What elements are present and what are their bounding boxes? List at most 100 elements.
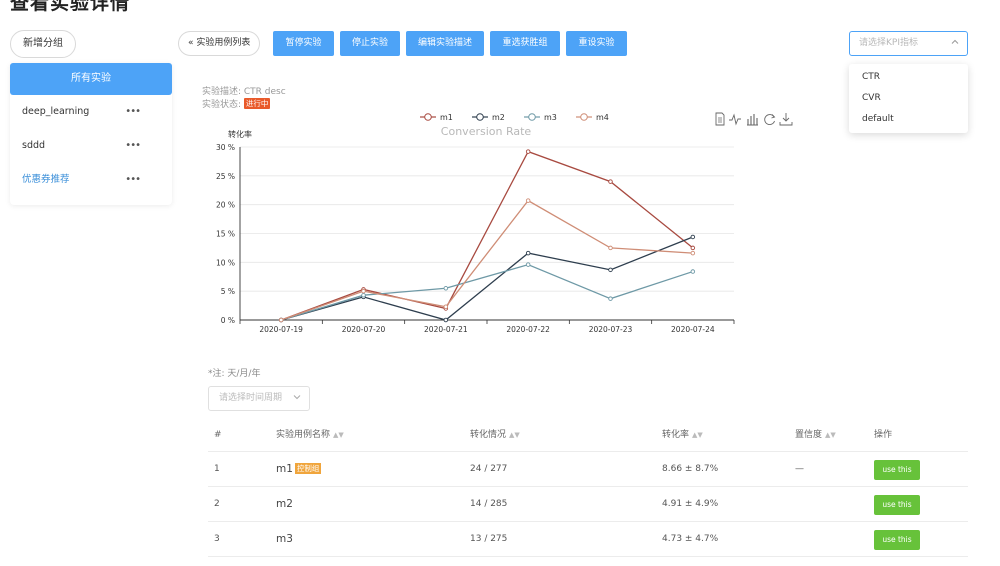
reset-experiment-button[interactable]: 重设实验 bbox=[566, 31, 627, 56]
kpi-select-placeholder: 请选择KPI指标 bbox=[859, 38, 918, 48]
column-header-index: # bbox=[214, 430, 222, 440]
data-point[interactable] bbox=[278, 317, 284, 323]
period-select[interactable]: 请选择时间周期 bbox=[208, 386, 310, 411]
sidebar-item-deep-learning[interactable]: deep_learning ••• bbox=[10, 95, 172, 129]
row-confidence: — bbox=[795, 464, 804, 474]
column-header-label: 置信度 bbox=[795, 430, 823, 440]
legend-item-m4[interactable]: m4 bbox=[576, 113, 609, 122]
more-icon[interactable]: ••• bbox=[125, 163, 141, 197]
sort-icon[interactable]: ▲▼ bbox=[509, 431, 520, 439]
control-group-badge: 控制组 bbox=[294, 463, 322, 474]
x-tick-label: 2020-07-20 bbox=[342, 325, 386, 334]
row-conversion: 24 / 277 bbox=[470, 464, 508, 474]
row-name: m3 bbox=[276, 533, 293, 545]
row-rate: 8.66 ± 8.7% bbox=[662, 464, 719, 474]
data-point[interactable] bbox=[608, 245, 613, 251]
kpi-select[interactable]: 请选择KPI指标 bbox=[849, 31, 968, 56]
data-point[interactable] bbox=[608, 179, 613, 184]
sidebar-item-label: 优惠券推荐 bbox=[22, 174, 70, 185]
page-title: 查看实验详情 bbox=[10, 0, 131, 14]
data-point[interactable] bbox=[690, 269, 696, 274]
edit-description-button[interactable]: 编辑实验描述 bbox=[406, 31, 484, 56]
row-index: 3 bbox=[214, 534, 220, 544]
legend-item-m2[interactable]: m2 bbox=[472, 113, 505, 122]
sidebar-item-coupon[interactable]: 优惠券推荐 ••• bbox=[10, 163, 172, 197]
sidebar-item-sddd[interactable]: sddd ••• bbox=[10, 129, 172, 163]
sort-icon[interactable]: ▲▼ bbox=[333, 431, 344, 439]
line-chart-icon[interactable] bbox=[729, 113, 741, 126]
row-index: 1 bbox=[214, 464, 220, 474]
column-header-rate[interactable]: 转化率 ▲▼ bbox=[662, 420, 703, 450]
legend-marker bbox=[528, 113, 536, 121]
row-conversion: 13 / 275 bbox=[470, 534, 508, 544]
column-header-confidence[interactable]: 置信度 ▲▼ bbox=[795, 420, 836, 450]
use-this-button[interactable]: use this bbox=[874, 460, 920, 480]
data-view-icon[interactable] bbox=[715, 112, 725, 126]
x-tick-label: 2020-07-19 bbox=[259, 325, 303, 334]
data-point[interactable] bbox=[525, 262, 531, 267]
more-icon[interactable]: ••• bbox=[125, 95, 141, 129]
table-row: 2 m2 14 / 285 4.91 ± 4.9% use this bbox=[208, 487, 968, 522]
legend-marker bbox=[424, 113, 432, 121]
row-rate: 4.91 ± 4.9% bbox=[662, 499, 719, 509]
sidebar: 新增分组 所有实验 deep_learning ••• sddd ••• 优惠券… bbox=[10, 30, 172, 205]
data-point[interactable] bbox=[443, 286, 449, 291]
kpi-option-default[interactable]: default bbox=[849, 109, 968, 130]
data-point[interactable] bbox=[443, 304, 449, 309]
data-point[interactable] bbox=[525, 198, 531, 203]
back-to-list-button[interactable]: « 实验用例列表 bbox=[178, 31, 261, 56]
data-point[interactable] bbox=[690, 234, 696, 240]
date-format-note: *注: 天/月/年 bbox=[208, 369, 261, 379]
legend-marker bbox=[476, 113, 484, 121]
row-name-text: m1 bbox=[276, 463, 293, 475]
chart-legend: m1 m2 m3 m4 bbox=[420, 113, 609, 122]
download-icon[interactable] bbox=[779, 113, 793, 126]
legend-label: m3 bbox=[544, 113, 557, 122]
sort-icon[interactable]: ▲▼ bbox=[825, 431, 836, 439]
pause-experiment-button[interactable]: 暂停实验 bbox=[273, 31, 334, 56]
y-tick-label: 5 % bbox=[221, 287, 235, 296]
data-point[interactable] bbox=[525, 149, 531, 154]
legend-item-m3[interactable]: m3 bbox=[524, 113, 557, 122]
new-group-button[interactable]: 新增分组 bbox=[10, 30, 76, 58]
data-point[interactable] bbox=[361, 288, 366, 294]
row-name: m2 bbox=[276, 498, 293, 510]
series-line bbox=[280, 263, 694, 321]
stop-experiment-button[interactable]: 停止实验 bbox=[340, 31, 400, 56]
legend-label: m4 bbox=[596, 113, 609, 122]
legend-item-m1[interactable]: m1 bbox=[420, 113, 453, 122]
row-rate: 4.73 ± 4.7% bbox=[662, 534, 719, 544]
column-header-conversion[interactable]: 转化情况 ▲▼ bbox=[470, 420, 520, 450]
y-tick-label: 30 % bbox=[216, 143, 235, 152]
data-point[interactable] bbox=[443, 317, 449, 323]
series-m2 bbox=[278, 234, 696, 323]
data-point[interactable] bbox=[525, 250, 531, 256]
reselect-winner-button[interactable]: 重选获胜组 bbox=[490, 31, 560, 56]
kpi-option-ctr[interactable]: CTR bbox=[849, 67, 968, 88]
data-point[interactable] bbox=[608, 267, 613, 273]
series-line bbox=[280, 150, 694, 321]
experiment-description: 实验描述: CTR desc bbox=[202, 87, 286, 97]
bar-chart-icon[interactable] bbox=[747, 114, 758, 126]
use-this-button[interactable]: use this bbox=[874, 495, 920, 515]
restore-icon[interactable] bbox=[764, 114, 776, 125]
column-header-action: 操作 bbox=[874, 430, 893, 440]
y-axis-label: 转化率 bbox=[228, 129, 252, 139]
y-tick-label: 0 % bbox=[221, 316, 235, 325]
sort-icon[interactable]: ▲▼ bbox=[692, 431, 703, 439]
more-icon[interactable]: ••• bbox=[125, 129, 141, 163]
sidebar-item-label: sddd bbox=[22, 140, 46, 151]
use-this-button[interactable]: use this bbox=[874, 530, 920, 550]
data-point[interactable] bbox=[690, 250, 696, 256]
data-point[interactable] bbox=[608, 296, 613, 301]
kpi-option-cvr[interactable]: CVR bbox=[849, 88, 968, 109]
period-select-placeholder: 请选择时间周期 bbox=[219, 393, 283, 403]
x-tick-label: 2020-07-23 bbox=[589, 325, 633, 334]
row-index: 2 bbox=[214, 499, 220, 509]
data-point[interactable] bbox=[690, 245, 696, 251]
series-m3 bbox=[278, 262, 696, 323]
column-header-name[interactable]: 实验用例名称 ▲▼ bbox=[276, 420, 344, 450]
conversion-rate-chart: m1 m2 m3 m4 Conversion Rate 转化率 0 % 5 % 10 % 1… bbox=[216, 112, 793, 334]
sidebar-item-all[interactable]: 所有实验 bbox=[10, 63, 172, 95]
data-point[interactable] bbox=[361, 292, 366, 298]
